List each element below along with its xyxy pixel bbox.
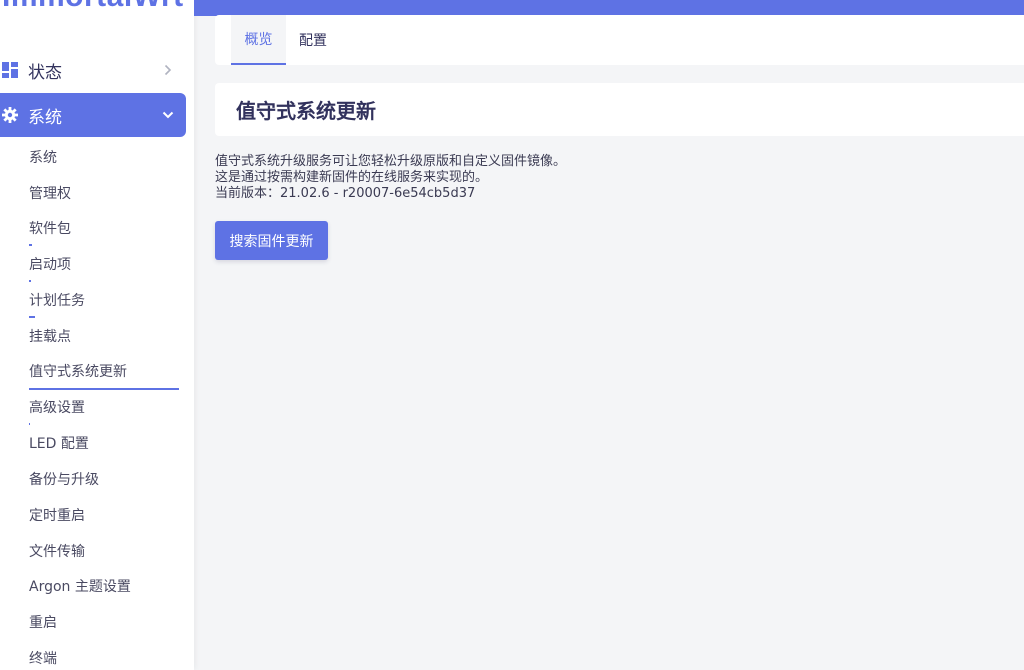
search-firmware-update-button[interactable]: 搜索固件更新 bbox=[215, 221, 328, 260]
submenu-item-advanced[interactable]: 高级设置 bbox=[29, 390, 179, 426]
sidebar-item-status[interactable]: 状态 bbox=[0, 48, 186, 92]
page-title: 值守式系统更新 bbox=[236, 99, 376, 123]
submenu-item-filetransfer[interactable]: 文件传输 bbox=[29, 533, 179, 569]
submenu-item-system[interactable]: 系统 bbox=[29, 139, 179, 175]
submenu-item-label: 软件包 bbox=[29, 221, 71, 238]
tab-overview[interactable]: 概览 bbox=[231, 15, 286, 65]
submenu-item-label: 高级设置 bbox=[29, 400, 85, 417]
submenu-item-admin[interactable]: 管理权 bbox=[29, 175, 179, 211]
brand-logo: ImmortalWrt bbox=[2, 0, 184, 14]
tab-configuration[interactable]: 配置 bbox=[286, 15, 340, 65]
sidebar-item-label: 系统 bbox=[28, 107, 62, 128]
sidebar-item-label: 状态 bbox=[28, 62, 62, 83]
submenu-item-crontab[interactable]: 计划任务 bbox=[29, 282, 179, 318]
header-bar bbox=[194, 0, 1024, 16]
system-submenu: 系统 管理权 软件包 启动项 计划任务 挂载点 值守式系统更新 高级设置 LED… bbox=[29, 139, 179, 670]
submenu-item-label: 计划任务 bbox=[29, 293, 85, 310]
description-line: 值守式系统升级服务可让您轻松升级原版和自定义固件镜像。 bbox=[215, 154, 567, 169]
submenu-item-startup[interactable]: 启动项 bbox=[29, 246, 179, 283]
submenu-item-autoreboot[interactable]: 定时重启 bbox=[29, 497, 179, 533]
chevron-right-icon bbox=[162, 64, 174, 76]
current-version: 当前版本：21.02.6 - r20007-6e54cb5d37 bbox=[215, 186, 476, 201]
sidebar: ImmortalWrt 状态 bbox=[0, 0, 194, 670]
gear-icon bbox=[2, 107, 18, 123]
page-title-card: 值守式系统更新 bbox=[215, 83, 1024, 136]
tab-bar: 概览 配置 bbox=[215, 15, 1024, 65]
submenu-item-argon-config[interactable]: Argon 主题设置 bbox=[29, 569, 179, 605]
sidebar-item-system[interactable]: 系统 bbox=[0, 93, 186, 137]
submenu-item-attendedsysupgrade[interactable]: 值守式系统更新 bbox=[29, 354, 179, 390]
submenu-item-led[interactable]: LED 配置 bbox=[29, 425, 179, 461]
description-line: 这是通过按需构建新固件的在线服务来实现的。 bbox=[215, 170, 489, 185]
chevron-down-icon bbox=[162, 109, 174, 121]
submenu-item-mounts[interactable]: 挂载点 bbox=[29, 318, 179, 354]
submenu-item-backup[interactable]: 备份与升级 bbox=[29, 461, 179, 497]
dashboard-icon bbox=[2, 62, 18, 78]
submenu-item-label: 启动项 bbox=[29, 257, 71, 274]
submenu-item-packages[interactable]: 软件包 bbox=[29, 211, 179, 247]
submenu-item-reboot[interactable]: 重启 bbox=[29, 604, 179, 640]
page-description: 值守式系统升级服务可让您轻松升级原版和自定义固件镜像。 这是通过按需构建新固件的… bbox=[215, 154, 566, 202]
submenu-item-terminal[interactable]: 终端 bbox=[29, 640, 179, 670]
